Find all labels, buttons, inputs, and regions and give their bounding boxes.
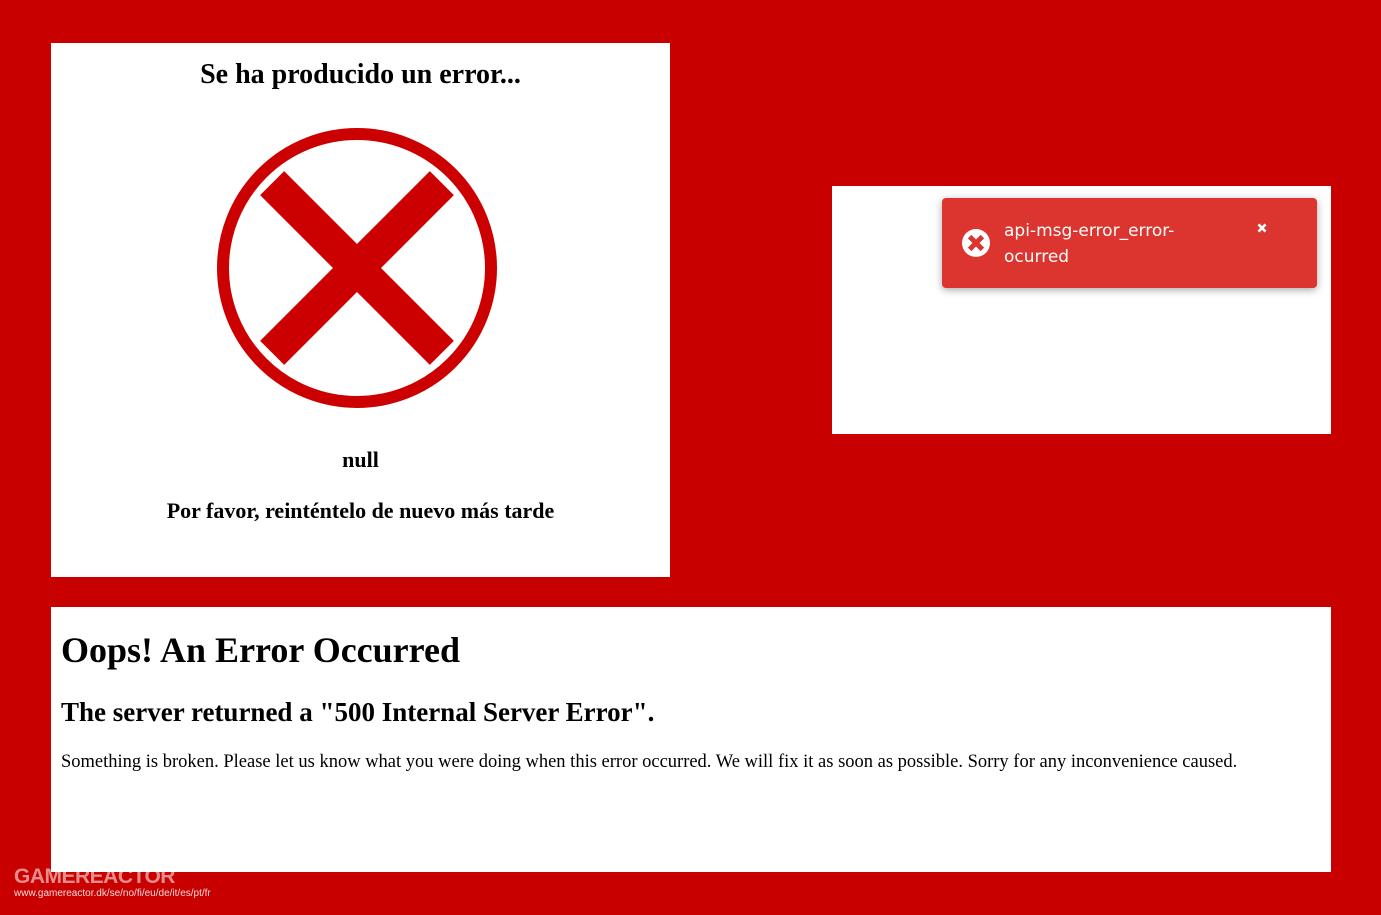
toast-panel: api-msg-error_error-ocurred <box>832 186 1331 434</box>
toast-message: api-msg-error_error-ocurred <box>1004 221 1175 267</box>
error-title: Se ha producido un error... <box>200 59 521 90</box>
error-body: Something is broken. Please let us know … <box>61 752 1238 772</box>
close-icon[interactable] <box>1254 220 1270 236</box>
error-detail: null <box>342 447 379 472</box>
error-heading: Oops! An Error Occurred <box>61 630 460 670</box>
error-circle-icon <box>962 229 990 257</box>
retry-message: Por favor, reinténtelo de nuevo más tard… <box>166 498 555 523</box>
error-subheading: The server returned a "500 Internal Serv… <box>61 697 655 727</box>
watermark: GAMEREACTOR www.gamereactor.dk/se/no/fi/… <box>14 866 211 900</box>
circle-x-icon <box>217 128 497 408</box>
watermark-brand: GAMEREACTOR <box>14 865 175 888</box>
spanish-error-panel: Se ha producido un error... null Por fav… <box>51 43 670 577</box>
watermark-sites: www.gamereactor.dk/se/no/fi/eu/de/it/es/… <box>14 888 211 899</box>
english-error-panel: Oops! An Error Occurred The server retur… <box>51 607 1331 872</box>
error-toast: api-msg-error_error-ocurred <box>942 198 1317 288</box>
